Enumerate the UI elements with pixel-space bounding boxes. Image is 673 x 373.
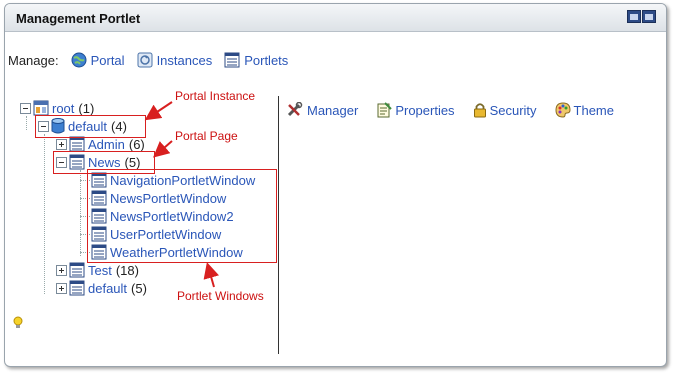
- manager-action[interactable]: Manager: [286, 102, 358, 118]
- properties-label: Properties: [395, 102, 455, 118]
- properties-action[interactable]: Properties: [376, 102, 455, 118]
- lock-icon: [473, 102, 487, 118]
- theme-label: Theme: [573, 102, 614, 118]
- lightbulb-icon[interactable]: [12, 316, 24, 335]
- action-toolbar: Manager Properties Security Theme: [286, 102, 632, 118]
- palette-icon: [555, 102, 571, 118]
- security-label: Security: [489, 102, 537, 118]
- panel-divider: [278, 96, 279, 354]
- theme-action[interactable]: Theme: [555, 102, 614, 118]
- tools-icon: [286, 102, 304, 118]
- properties-icon: [376, 102, 393, 118]
- security-action[interactable]: Security: [473, 102, 537, 118]
- manager-label: Manager: [307, 102, 359, 118]
- annotation-arrows: [144, 101, 219, 288]
